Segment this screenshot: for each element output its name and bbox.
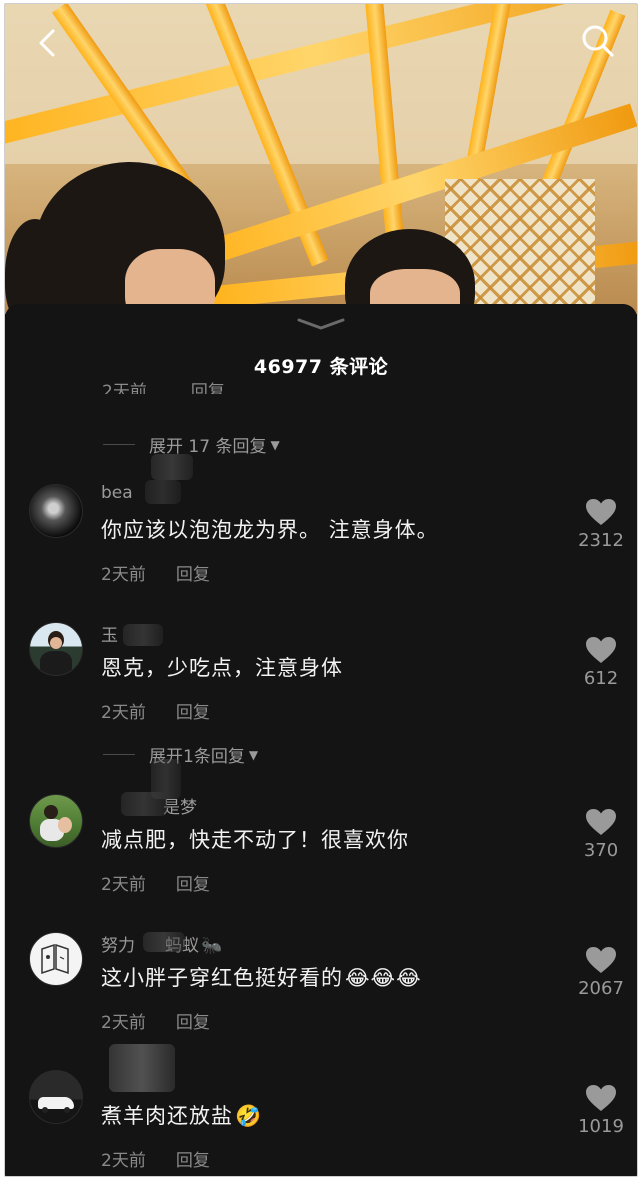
like-count: 370 bbox=[583, 840, 619, 861]
like-count: 1019 bbox=[578, 1116, 624, 1137]
comment-meta: 2天前 回复 bbox=[101, 698, 210, 723]
avatar[interactable] bbox=[29, 932, 83, 986]
reply-button[interactable]: 回复 bbox=[176, 703, 210, 723]
comment-meta: 2天前 回复 bbox=[101, 1146, 210, 1171]
comment-item: 是梦 减点肥，快走不动了！很喜欢你 2天前 回复 370 bbox=[5, 792, 637, 914]
heart-icon bbox=[586, 947, 616, 973]
like-count: 2312 bbox=[578, 530, 624, 551]
like-button[interactable]: 1019 bbox=[573, 1084, 629, 1137]
comment-meta: 2天前 回复 bbox=[101, 1008, 210, 1033]
heart-icon bbox=[586, 499, 616, 525]
ant-icon: 🐜 bbox=[201, 936, 223, 956]
comment-text: 这小胖子穿红色挺好看的😂😂😂 bbox=[101, 966, 422, 990]
comment-count-title: 46977 条评论 bbox=[253, 356, 389, 378]
avatar[interactable] bbox=[29, 1070, 83, 1124]
comment-item: 煮羊肉还放盐🤣 2天前 回复 1019 bbox=[5, 1044, 637, 1176]
like-button[interactable]: 612 bbox=[573, 636, 629, 689]
comment-meta: 2天前 回复 bbox=[101, 870, 210, 895]
search-button[interactable] bbox=[579, 22, 617, 60]
sheet-drag-handle[interactable] bbox=[295, 316, 347, 330]
back-button[interactable] bbox=[31, 26, 65, 60]
like-button[interactable]: 370 bbox=[573, 808, 629, 861]
comment-time: 2天前 bbox=[101, 703, 146, 723]
caret-down-icon: ▼ bbox=[270, 437, 280, 452]
comment-sheet: 46977 条评论 2天前 回复 展开 17 条回复 ▼ bea 你应该以泡泡龙为… bbox=[5, 304, 637, 1176]
back-arrow-icon bbox=[39, 29, 55, 57]
reply-button[interactable]: 回复 bbox=[176, 1013, 210, 1033]
video-player[interactable] bbox=[5, 4, 637, 314]
avatar[interactable] bbox=[29, 484, 83, 538]
comment-text: 减点肥，快走不动了！很喜欢你 bbox=[101, 828, 409, 852]
heart-icon bbox=[586, 637, 616, 663]
rolling-laugh-icon: 🤣 bbox=[235, 1104, 263, 1128]
comment-time: 2天前 bbox=[101, 565, 146, 585]
chevron-down-icon bbox=[297, 318, 345, 330]
comment-text: 你应该以泡泡龙为界。 注意身体。 bbox=[101, 518, 439, 542]
comment-item: bea 你应该以泡泡龙为界。 注意身体。 2天前 回复 2312 bbox=[5, 480, 637, 604]
reply-button[interactable]: 回复 bbox=[176, 875, 210, 895]
reply-button[interactable]: 回复 bbox=[176, 1151, 210, 1171]
comment-username[interactable]: bea bbox=[101, 483, 133, 503]
like-button[interactable]: 2067 bbox=[573, 946, 629, 999]
comment-text: 恩克，少吃点，注意身体 bbox=[101, 656, 343, 680]
comment-text: 煮羊肉还放盐🤣 bbox=[101, 1104, 263, 1128]
heart-icon bbox=[586, 809, 616, 835]
caret-down-icon: ▼ bbox=[248, 747, 259, 762]
app-frame: 46977 条评论 2天前 回复 展开 17 条回复 ▼ bea 你应该以泡泡龙为… bbox=[4, 3, 638, 1177]
avatar[interactable] bbox=[29, 622, 83, 676]
like-count: 612 bbox=[583, 668, 619, 689]
laughing-tears-icon: 😂😂😂 bbox=[345, 966, 422, 990]
like-count: 2067 bbox=[578, 978, 624, 999]
comment-item: 努力蚂蚁🐜 这小胖子穿红色挺好看的😂😂😂 2天前回复 2067 bbox=[5, 932, 637, 1052]
avatar[interactable] bbox=[29, 794, 83, 848]
comment-meta: 2天前 回复 bbox=[101, 560, 210, 585]
clipped-comment-meta: 2天前 回复 bbox=[102, 382, 225, 394]
search-icon bbox=[582, 25, 614, 57]
expand-replies-button[interactable]: 展开 17 条回复 ▼ bbox=[103, 432, 280, 457]
comment-time: 2天前 bbox=[101, 1151, 146, 1171]
like-button[interactable]: 2312 bbox=[573, 498, 629, 551]
comment-time: 2天前 bbox=[101, 875, 146, 895]
heart-icon bbox=[586, 1085, 616, 1111]
comment-username[interactable]: 玉 bbox=[101, 621, 118, 646]
comment-item: 玉 恩克，少吃点，注意身体 2天前 回复 612 bbox=[5, 622, 637, 742]
sketch-book-icon bbox=[41, 943, 69, 975]
comment-time: 2天前 bbox=[101, 1013, 146, 1033]
reply-button[interactable]: 回复 bbox=[176, 565, 210, 585]
